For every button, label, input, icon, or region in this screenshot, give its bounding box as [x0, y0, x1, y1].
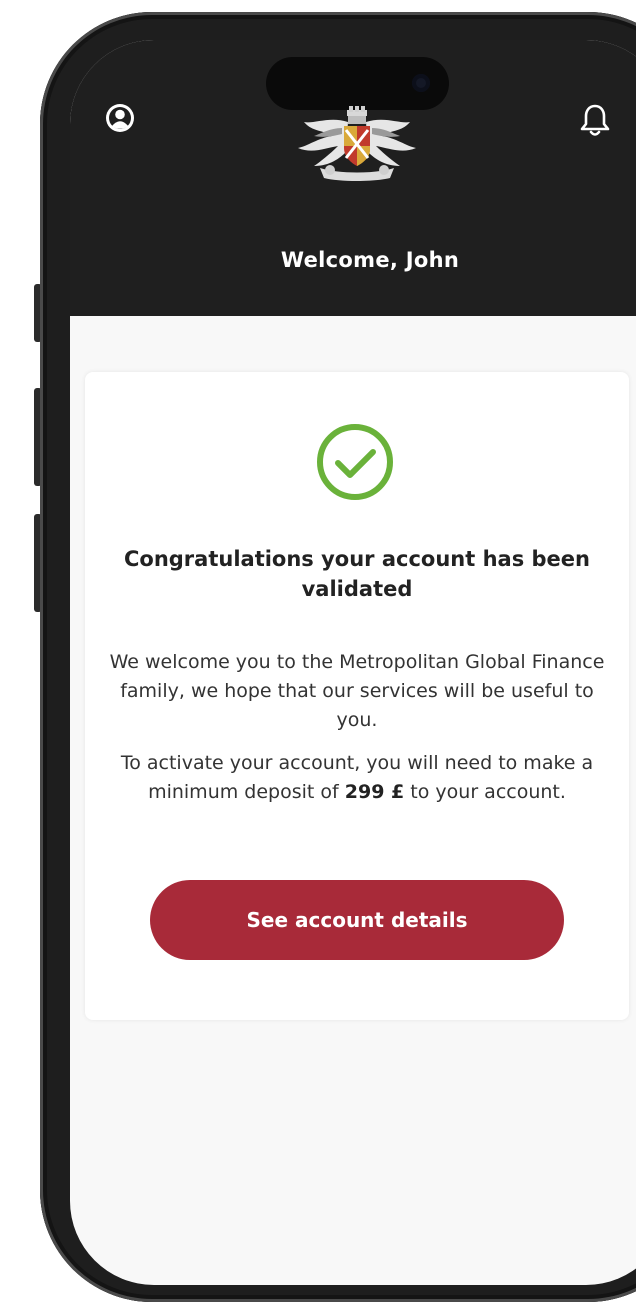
dynamic-island [266, 57, 449, 110]
user-circle-icon[interactable] [104, 102, 136, 134]
check-circle-icon [317, 424, 393, 500]
welcome-message: We welcome you to the Metropolitan Globa… [109, 651, 605, 731]
device-frame: Welcome, John Congratulations your accou… [0, 0, 636, 1309]
welcome-heading: Welcome, John [280, 248, 460, 272]
deposit-amount: 299 £ [344, 781, 405, 803]
royal-crest-logo [298, 106, 416, 181]
activation-message: To activate your account, you will need … [99, 749, 615, 807]
app-screen: Welcome, John Congratulations your accou… [70, 40, 636, 1285]
validation-title: Congratulations your account has been va… [123, 547, 590, 601]
camera-icon [412, 74, 430, 92]
see-account-details-button[interactable]: See account details [150, 880, 564, 960]
activation-text-suffix: to your account. [410, 781, 566, 803]
validation-card: Congratulations your account has been va… [85, 372, 629, 1020]
bell-icon[interactable] [578, 102, 612, 138]
app-header: Welcome, John [70, 40, 636, 316]
